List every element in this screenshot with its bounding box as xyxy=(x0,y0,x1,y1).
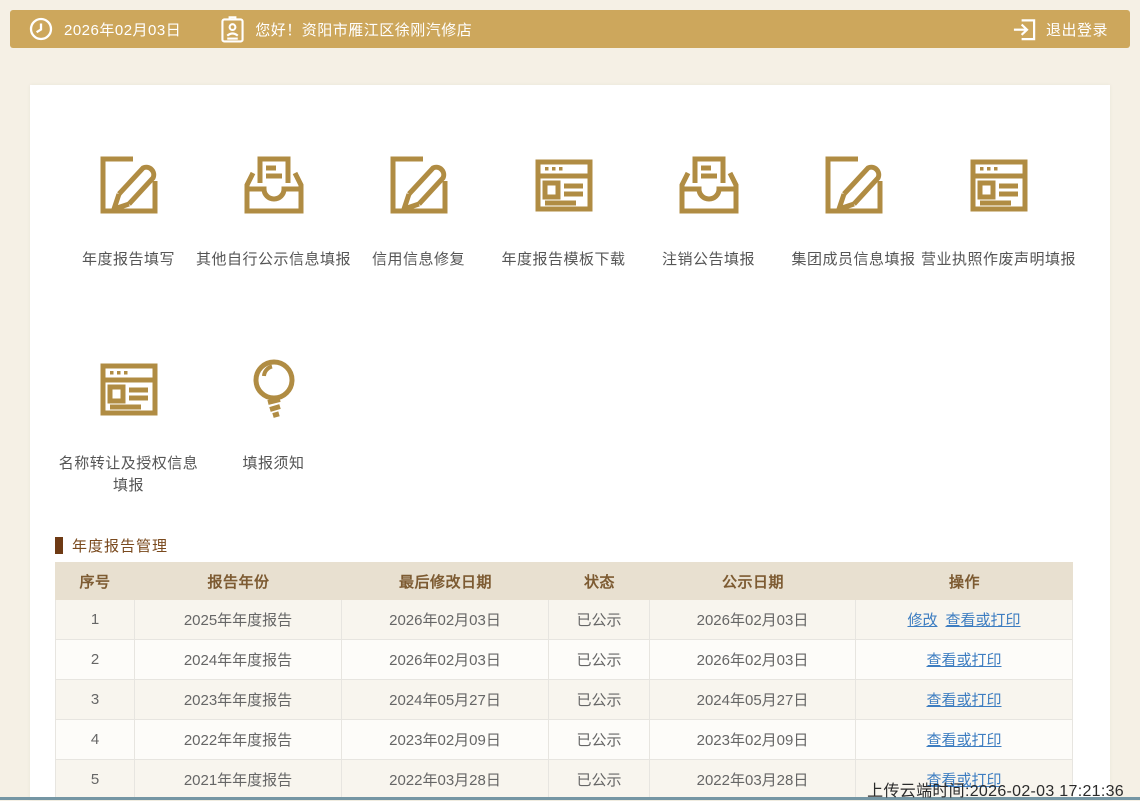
logout-icon xyxy=(1013,18,1036,40)
view-or-print-link[interactable]: 查看或打印 xyxy=(926,729,1001,750)
edit-square-icon xyxy=(390,156,447,214)
webpage-icon xyxy=(535,159,592,212)
menu-row-1: 年度报告填写 其他自行公示信息填报 信用信息修复 年度报告模板下载 注销公告填报… xyxy=(56,147,1076,271)
menu-item-label: 年度报告模板下载 xyxy=(501,251,626,268)
edit-square-icon xyxy=(100,156,157,214)
row-last-modified: 2022年03月28日 xyxy=(342,760,549,799)
header-report-year: 报告年份 xyxy=(207,573,270,591)
row-publish-date: 2022年03月28日 xyxy=(650,760,856,799)
menu-item-label: 其他自行公示信息填报 xyxy=(196,251,352,268)
row-report-year: 2025年年度报告 xyxy=(135,600,342,639)
upload-time-watermark: 上传云端时间:2026-02-03 17:21:36 xyxy=(867,783,1124,800)
menu-item-label: 信用信息修复 xyxy=(371,251,465,268)
annual-report-section-title: 年度报告管理 xyxy=(55,535,168,556)
header-status: 状态 xyxy=(583,573,615,591)
current-date: 2026年02月03日 xyxy=(64,21,182,39)
modify-link[interactable]: 修改 xyxy=(907,609,937,630)
table-row: 2 2024年年度报告 2026年02月03日 已公示 2026年02月03日 … xyxy=(55,640,1073,680)
section-title-text: 年度报告管理 xyxy=(72,538,169,555)
row-status: 已公示 xyxy=(549,640,650,679)
menu-item-credit-repair[interactable]: 信用信息修复 xyxy=(346,147,491,271)
clock-icon xyxy=(29,17,53,41)
row-report-year: 2021年年度报告 xyxy=(135,760,342,799)
row-publish-date: 2026年02月03日 xyxy=(650,600,856,639)
row-report-year: 2023年年度报告 xyxy=(135,680,342,719)
menu-item-annual-report-fill[interactable]: 年度报告填写 xyxy=(56,147,201,271)
row-index: 4 xyxy=(55,720,135,759)
user-greeting: 您好！资阳市雁江区徐刚汽修店 xyxy=(255,21,473,39)
row-status: 已公示 xyxy=(549,720,650,759)
id-card-icon xyxy=(221,15,244,43)
menu-item-other-public-info[interactable]: 其他自行公示信息填报 xyxy=(196,147,351,271)
webpage-icon xyxy=(970,159,1027,212)
view-or-print-link[interactable]: 查看或打印 xyxy=(926,689,1001,710)
menu-item-label: 营业执照作废声明填报 xyxy=(921,251,1077,268)
webpage-icon xyxy=(100,363,157,416)
menu-item-label: 名称转让及授权信息填报 xyxy=(58,455,199,494)
row-status: 已公示 xyxy=(549,760,650,799)
row-operations: 修改 查看或打印 xyxy=(856,600,1073,639)
menu-item-license-void-declaration[interactable]: 营业执照作废声明填报 xyxy=(921,147,1076,271)
row-status: 已公示 xyxy=(549,600,650,639)
view-or-print-link[interactable]: 查看或打印 xyxy=(926,649,1001,670)
row-last-modified: 2026年02月03日 xyxy=(342,640,549,679)
menu-item-filing-instructions[interactable]: 填报须知 xyxy=(201,351,346,497)
menu-item-label: 注销公告填报 xyxy=(661,251,755,268)
row-index: 2 xyxy=(55,640,135,679)
lightbulb-icon xyxy=(253,359,294,418)
table-row: 4 2022年年度报告 2023年02月09日 已公示 2023年02月09日 … xyxy=(55,720,1073,760)
row-publish-date: 2026年02月03日 xyxy=(650,640,856,679)
table-header-row: 序号 报告年份 最后修改日期 状态 公示日期 操作 xyxy=(55,562,1073,600)
menu-item-label: 集团成员信息填报 xyxy=(791,251,916,268)
menu-item-cancellation-notice[interactable]: 注销公告填报 xyxy=(636,147,781,271)
row-operations: 查看或打印 xyxy=(856,680,1073,719)
header-operations: 操作 xyxy=(948,573,980,591)
menu-item-name-transfer-authorization[interactable]: 名称转让及授权信息填报 xyxy=(56,351,201,497)
table-row: 3 2023年年度报告 2024年05月27日 已公示 2024年05月27日 … xyxy=(55,680,1073,720)
row-index: 5 xyxy=(55,760,135,799)
header-index: 序号 xyxy=(79,573,111,591)
topbar: 2026年02月03日 您好！资阳市雁江区徐刚汽修店 退出登录 xyxy=(10,10,1130,48)
header-publish-date: 公示日期 xyxy=(721,573,784,591)
logout-label: 退出登录 xyxy=(1045,21,1108,39)
header-last-modified: 最后修改日期 xyxy=(398,573,492,591)
menu-item-group-member-info[interactable]: 集团成员信息填报 xyxy=(781,147,926,271)
row-publish-date: 2024年05月27日 xyxy=(650,680,856,719)
row-publish-date: 2023年02月09日 xyxy=(650,720,856,759)
row-last-modified: 2023年02月09日 xyxy=(342,720,549,759)
menu-item-template-download[interactable]: 年度报告模板下载 xyxy=(491,147,636,271)
row-last-modified: 2026年02月03日 xyxy=(342,600,549,639)
section-marker xyxy=(55,537,63,554)
row-index: 3 xyxy=(55,680,135,719)
annual-report-table: 序号 报告年份 最后修改日期 状态 公示日期 操作 1 2025年年度报告 20… xyxy=(55,562,1073,800)
menu-row-2: 名称转让及授权信息填报 填报须知 xyxy=(56,351,346,497)
inbox-document-icon xyxy=(679,156,738,214)
row-last-modified: 2024年05月27日 xyxy=(342,680,549,719)
table-row: 1 2025年年度报告 2026年02月03日 已公示 2026年02月03日 … xyxy=(55,600,1073,640)
menu-item-label: 年度报告填写 xyxy=(81,251,175,268)
view-or-print-link[interactable]: 查看或打印 xyxy=(946,609,1021,630)
row-index: 1 xyxy=(55,600,135,639)
inbox-document-icon xyxy=(244,156,303,214)
menu-item-label: 填报须知 xyxy=(242,455,305,472)
logout-button[interactable]: 退出登录 xyxy=(1012,17,1108,42)
row-operations: 查看或打印 xyxy=(856,640,1073,679)
main-card: 年度报告填写 其他自行公示信息填报 信用信息修复 年度报告模板下载 注销公告填报… xyxy=(30,85,1110,800)
row-report-year: 2022年年度报告 xyxy=(135,720,342,759)
row-status: 已公示 xyxy=(549,680,650,719)
row-operations: 查看或打印 xyxy=(856,720,1073,759)
edit-square-icon xyxy=(825,156,882,214)
row-report-year: 2024年年度报告 xyxy=(135,640,342,679)
